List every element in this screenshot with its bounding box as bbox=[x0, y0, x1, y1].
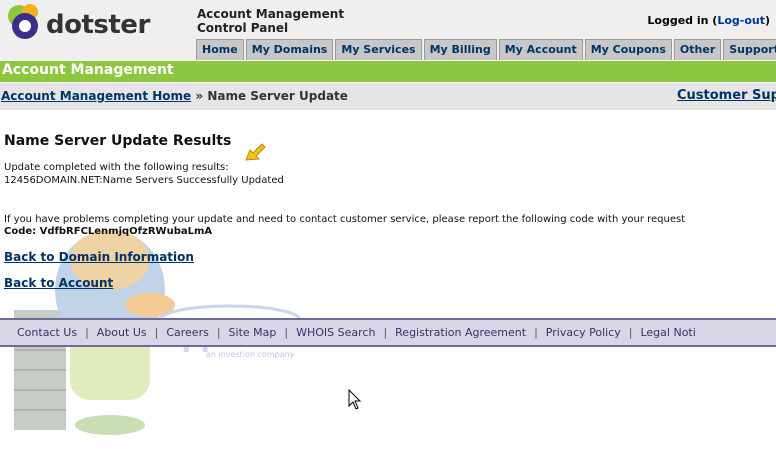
footer-separator: | bbox=[534, 326, 538, 339]
logo-text: dotster bbox=[46, 10, 150, 40]
customer-support-link[interactable]: Customer Supp bbox=[677, 88, 776, 103]
result-intro: Update completed with the following resu… bbox=[4, 162, 229, 173]
footer-registration-agreement[interactable]: Registration Agreement bbox=[395, 326, 526, 339]
mouse-cursor-icon bbox=[348, 389, 362, 410]
section-title-bar: Account Management bbox=[0, 61, 776, 82]
section-title: Account Management bbox=[2, 62, 174, 78]
result-line: 12456DOMAIN.NET:Name Servers Successfull… bbox=[4, 175, 284, 186]
footer-contact-us[interactable]: Contact Us bbox=[17, 326, 77, 339]
title-line-2: Control Panel bbox=[197, 21, 289, 35]
footer-separator: | bbox=[383, 326, 388, 339]
footer-bar: Contact Us | About Us | Careers | Site Map | WHO… bbox=[0, 318, 776, 347]
tab-my-coupons[interactable]: My Coupons bbox=[584, 39, 672, 60]
tab-support[interactable]: Support bbox=[723, 39, 776, 60]
footer-separator: | bbox=[85, 326, 89, 339]
footer-legal-notices[interactable]: Legal Noti bbox=[640, 326, 695, 339]
pointer-arrow-icon bbox=[245, 143, 266, 161]
logo-circles-icon bbox=[8, 4, 38, 39]
watermark-tagline: an investion company bbox=[206, 350, 295, 359]
header: dotster Account Management Control Panel… bbox=[0, 0, 776, 60]
footer-separator: | bbox=[154, 326, 159, 339]
support-code: Code: VdfbRFCLenmjqOfzRWubaLmA bbox=[4, 226, 213, 237]
footer-whois-search[interactable]: WHOIS Search bbox=[296, 326, 375, 339]
footer-links: Contact Us | About Us | Careers | Site Map | WHO… bbox=[17, 326, 696, 339]
tab-my-services[interactable]: My Services bbox=[335, 39, 422, 60]
breadcrumb-trail: Account Management Home » Name Server Up… bbox=[1, 89, 348, 103]
tab-other[interactable]: Other bbox=[673, 39, 722, 60]
footer-site-map[interactable]: Site Map bbox=[229, 326, 277, 339]
logged-in-prefix: Logged in ( bbox=[647, 14, 718, 27]
page-heading: Name Server Update Results bbox=[4, 133, 232, 149]
problem-text: If you have problems completing your upd… bbox=[4, 214, 686, 225]
footer-separator: | bbox=[216, 326, 221, 339]
logout-link[interactable]: Log-out bbox=[717, 14, 765, 27]
logged-in-status: Logged in (Log-out) bbox=[647, 14, 770, 27]
tab-my-domains[interactable]: My Domains bbox=[245, 39, 334, 60]
dotster-logo[interactable]: dotster bbox=[4, 2, 194, 46]
footer-careers[interactable]: Careers bbox=[166, 326, 209, 339]
breadcrumb-separator: » bbox=[191, 89, 208, 103]
tab-my-billing[interactable]: My Billing bbox=[423, 39, 497, 60]
main-nav-tabs: Home My Domains My Services My Billing M… bbox=[196, 39, 776, 60]
breadcrumb-current: Name Server Update bbox=[207, 89, 348, 103]
tab-home[interactable]: Home bbox=[196, 39, 244, 60]
breadcrumb-home-link[interactable]: Account Management Home bbox=[1, 89, 191, 103]
footer-separator: | bbox=[628, 326, 633, 339]
control-panel-title: Account Management Control Panel bbox=[197, 7, 344, 35]
breadcrumb: Account Management Home » Name Server Up… bbox=[0, 83, 776, 110]
logged-in-suffix: ) bbox=[764, 14, 770, 27]
title-line-1: Account Management bbox=[197, 7, 345, 21]
footer-separator: | bbox=[284, 326, 289, 339]
footer-privacy-policy[interactable]: Privacy Policy bbox=[546, 326, 621, 339]
tab-my-account[interactable]: My Account bbox=[498, 39, 583, 60]
back-to-account-link[interactable]: Back to Account bbox=[4, 276, 113, 290]
footer-about-us[interactable]: About Us bbox=[97, 326, 147, 339]
back-to-domain-link[interactable]: Back to Domain Information bbox=[4, 250, 194, 264]
